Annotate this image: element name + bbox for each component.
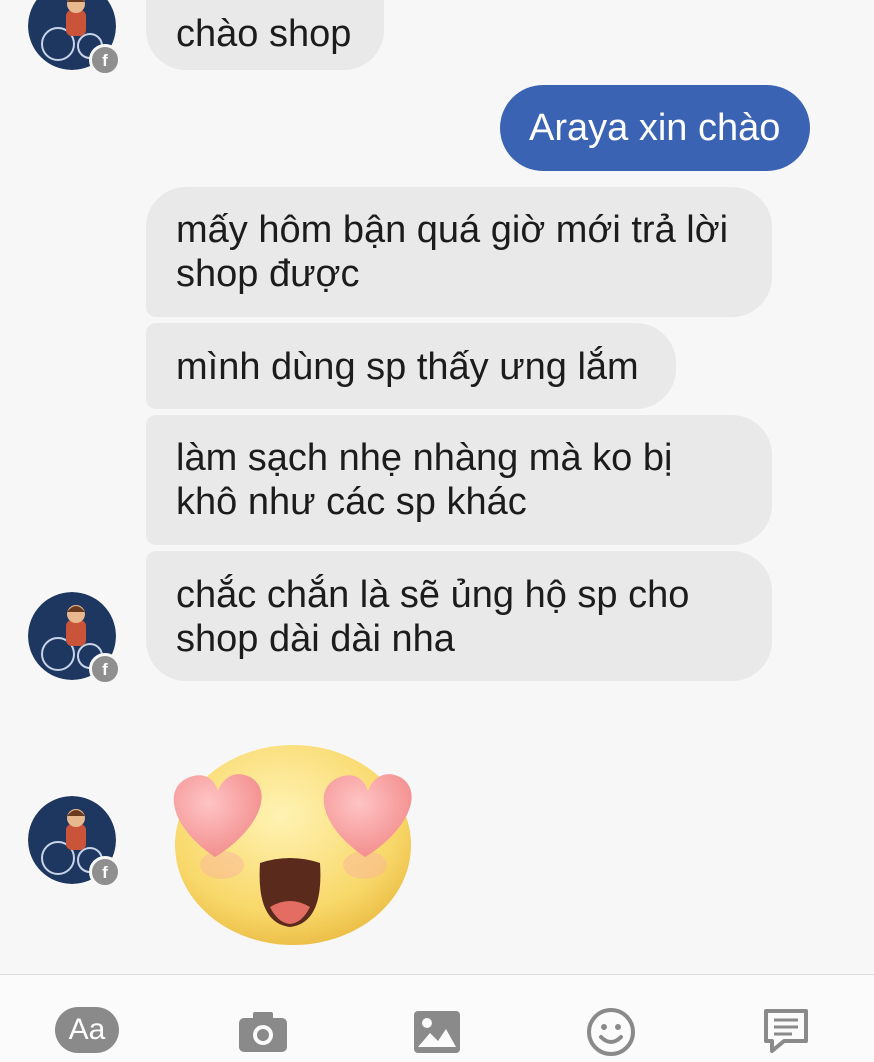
facebook-badge-icon: f (89, 856, 121, 888)
message-text: mình dùng sp thấy ưng lắm (176, 346, 639, 388)
message-bubble[interactable]: chắc chắn là sẽ ủng hộ sp cho shop dài d… (146, 551, 772, 681)
facebook-badge-icon: f (89, 653, 121, 685)
message-bubble[interactable]: chào shop (146, 0, 384, 70)
facebook-badge-icon: f (89, 44, 121, 76)
gallery-icon[interactable] (414, 1007, 460, 1057)
text-input-button[interactable]: Aa (55, 1007, 119, 1053)
message-text: mấy hôm bận quá giờ mới trả lời shop đượ… (176, 209, 729, 295)
message-bubble-sent[interactable]: Araya xin chào (500, 85, 810, 171)
message-bubble[interactable]: mấy hôm bận quá giờ mới trả lời shop đượ… (146, 187, 772, 317)
emoji-icon[interactable] (586, 1007, 636, 1057)
message-text: Araya xin chào (529, 107, 781, 149)
message-text: chào shop (176, 13, 352, 55)
composer-toolbar: Aa (0, 974, 874, 1062)
message-bubble[interactable]: mình dùng sp thấy ưng lắm (146, 323, 676, 409)
quick-replies-icon[interactable] (762, 1007, 810, 1057)
camera-icon[interactable] (237, 1007, 289, 1057)
message-text: làm sạch nhẹ nhàng mà ko bị khô như các … (176, 437, 673, 523)
message-text: chắc chắn là sẽ ủng hộ sp cho shop dài d… (176, 574, 690, 660)
heart-eyes-emoji-icon[interactable] (160, 735, 422, 947)
message-bubble[interactable]: làm sạch nhẹ nhàng mà ko bị khô như các … (146, 415, 772, 545)
text-input-icon: Aa (68, 1013, 106, 1046)
